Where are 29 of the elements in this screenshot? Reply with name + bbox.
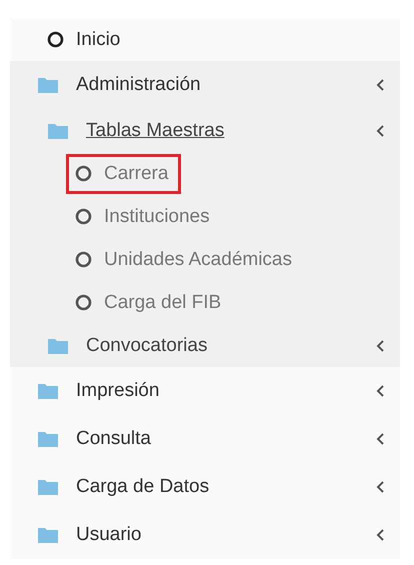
chevron-icon (376, 78, 386, 92)
folder-icon (38, 77, 58, 93)
menu-link[interactable]: Carga del FIB (66, 282, 234, 322)
folder-icon (38, 431, 58, 447)
folder-icon (38, 479, 58, 495)
circle-icon (75, 294, 92, 311)
menu-folder[interactable]: Impresión (38, 380, 160, 402)
chevron-icon (376, 480, 386, 494)
circle-icon (75, 165, 92, 182)
chevron-icon (376, 528, 386, 542)
menu-folder[interactable]: Tablas Maestras (48, 120, 224, 142)
folder-icon (48, 122, 68, 138)
circle-icon (75, 251, 92, 268)
circle-icon (47, 31, 64, 48)
folder-icon (38, 383, 58, 399)
menu-folder[interactable]: Usuario (38, 524, 142, 546)
circle-icon (75, 208, 92, 225)
folder-icon (48, 338, 68, 354)
folder-icon (38, 527, 58, 543)
chevron-icon (376, 124, 386, 138)
menu-link[interactable]: Unidades Académicas (66, 240, 305, 280)
menu-folder[interactable]: Administración (38, 74, 201, 96)
menu-folder[interactable]: Convocatorias (48, 334, 208, 356)
chevron-icon (376, 384, 386, 398)
chevron-icon (376, 338, 386, 352)
chevron-icon (376, 432, 386, 446)
menu-folder[interactable]: Consulta (38, 428, 151, 450)
menu-link[interactable]: Carrera (66, 154, 182, 194)
menu-link[interactable]: Instituciones (66, 196, 223, 236)
